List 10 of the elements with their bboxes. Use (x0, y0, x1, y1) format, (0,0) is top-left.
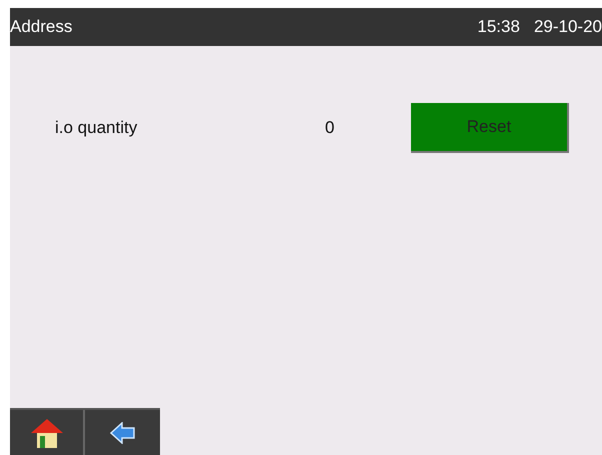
time: 15:38 (477, 16, 520, 38)
date: 29-10-20 (534, 16, 602, 38)
field-label: i.o quantity (55, 117, 138, 140)
house-icon (30, 418, 64, 448)
back-arrow-icon (110, 422, 136, 444)
window-title: Address (10, 16, 72, 38)
home-button[interactable] (10, 410, 85, 455)
back-button[interactable] (85, 410, 160, 455)
field-value: 0 (325, 117, 336, 140)
reset-button[interactable]: Reset (411, 103, 569, 153)
